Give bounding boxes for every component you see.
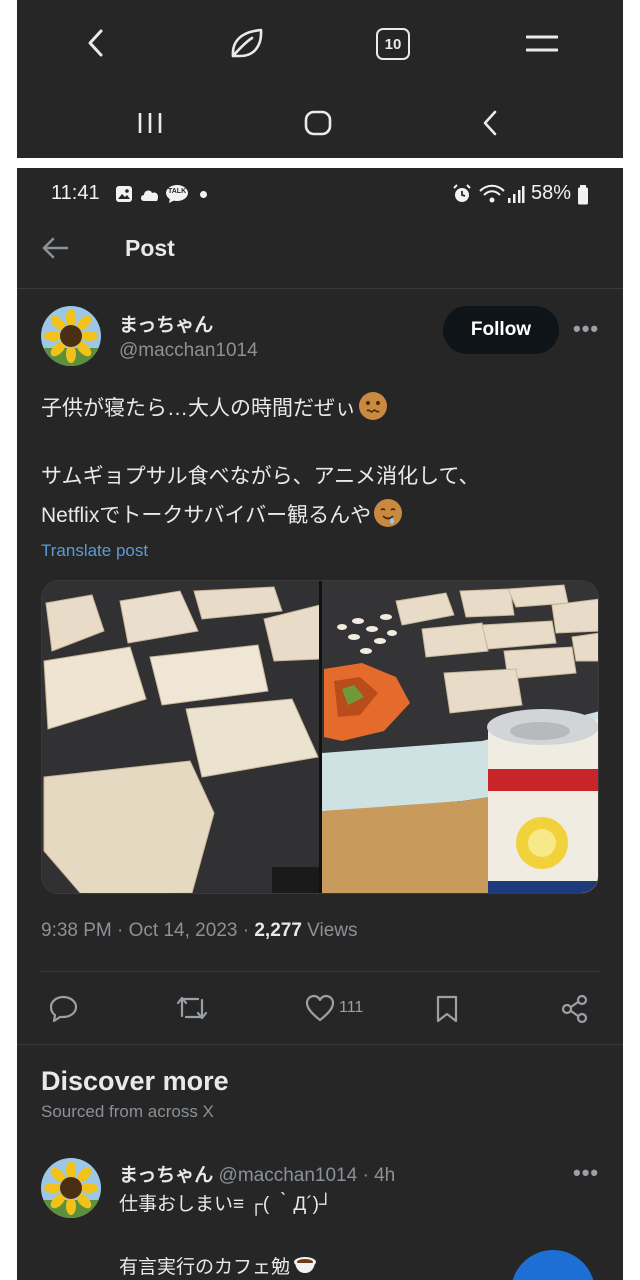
- back-icon[interactable]: [79, 26, 113, 60]
- back-arrow-icon[interactable]: [41, 236, 69, 265]
- suggested-author-handle[interactable]: @macchan1014: [219, 1165, 358, 1186]
- gallery-icon: [115, 185, 133, 208]
- avatar[interactable]: [41, 306, 101, 366]
- translate-post-link[interactable]: Translate post: [41, 541, 148, 561]
- heart-icon: [305, 994, 335, 1022]
- suggested-more-icon[interactable]: •••: [573, 1160, 599, 1186]
- post-text-line2: サムギョプサル食べながら、アニメ消化して、: [41, 465, 480, 488]
- recent-apps-icon[interactable]: [135, 108, 165, 138]
- bookmark-icon[interactable]: [435, 994, 459, 1024]
- tabs-button[interactable]: 10: [375, 26, 411, 62]
- suggested-text-line1: 仕事おしまい≡ ┌( ｀Д´)┘: [119, 1194, 333, 1215]
- tab-count-badge: 10: [376, 28, 410, 60]
- views-label: Views: [307, 920, 358, 941]
- reply-icon[interactable]: [49, 994, 79, 1022]
- post-date[interactable]: Oct 14, 2023: [129, 920, 238, 941]
- suggested-author-name[interactable]: まっちゃん: [119, 1165, 213, 1186]
- talk-label: TALK: [168, 188, 187, 195]
- woozy-face-emoji: [359, 392, 387, 420]
- post-text-line1-text: 子供が寝たら…大人の時間だぜぃ: [41, 397, 356, 420]
- cloud-icon: [139, 187, 161, 207]
- share-icon[interactable]: [561, 994, 589, 1024]
- alarm-icon: [452, 184, 472, 209]
- signal-icon: [507, 184, 525, 209]
- separator-dot: ·: [357, 1165, 375, 1186]
- x-app-screen: 11:41 TALK 58% Post まっちゃん @macchan1014 F…: [17, 168, 623, 1280]
- author-handle[interactable]: @macchan1014: [119, 340, 258, 362]
- compose-fab[interactable]: [511, 1250, 595, 1280]
- coffee-emoji: [292, 1250, 320, 1278]
- views-count: 2,277: [254, 920, 302, 941]
- like-button[interactable]: 111: [305, 994, 363, 1022]
- follow-button[interactable]: Follow: [443, 306, 559, 354]
- browser-toolbar: 10: [17, 0, 623, 158]
- meta-divider: [41, 971, 599, 972]
- like-count: 111: [339, 999, 364, 1016]
- suggested-text-line2: 有言実行のカフェ勉: [119, 1250, 320, 1280]
- post-metadata: 9:38 PM · Oct 14, 2023 · 2,277 Views: [41, 920, 358, 941]
- post-media[interactable]: [41, 580, 599, 894]
- system-back-icon[interactable]: [475, 108, 505, 138]
- more-options-icon[interactable]: •••: [573, 316, 599, 342]
- suggested-text-line2-text: 有言実行のカフェ勉: [119, 1257, 291, 1278]
- drooling-face-emoji: [374, 499, 403, 527]
- post-text-line1: 子供が寝たら…大人の時間だぜぃ: [41, 392, 387, 424]
- post-text-line3-text: Netflixでトークサバイバー観るんや: [41, 504, 372, 527]
- header-divider: [17, 288, 623, 289]
- dot-indicator: [200, 191, 207, 198]
- leaf-home-icon[interactable]: [227, 24, 267, 62]
- actions-divider: [17, 1044, 623, 1045]
- talk-notification-icon: TALK: [165, 184, 189, 204]
- home-icon[interactable]: [303, 108, 333, 138]
- discover-title: Discover more: [41, 1066, 229, 1096]
- discover-subtitle: Sourced from across X: [41, 1102, 214, 1121]
- battery-icon: [577, 185, 589, 210]
- suggested-post-age: 4h: [374, 1165, 396, 1186]
- post-time[interactable]: 9:38 PM: [41, 920, 112, 941]
- suggested-avatar[interactable]: [41, 1158, 101, 1218]
- menu-icon[interactable]: [525, 32, 559, 56]
- author-name[interactable]: まっちゃん: [119, 310, 213, 337]
- suggested-post-header: まっちゃん @macchan1014 · 4h: [119, 1160, 395, 1187]
- battery-percent: 58%: [531, 182, 572, 204]
- status-time: 11:41: [51, 182, 100, 204]
- samgyeopsal-photos: [42, 581, 598, 893]
- repost-icon[interactable]: [175, 994, 209, 1022]
- page-title: Post: [125, 235, 175, 261]
- post-text-line3: Netflixでトークサバイバー観るんや: [41, 499, 403, 531]
- wifi-icon: [479, 184, 505, 209]
